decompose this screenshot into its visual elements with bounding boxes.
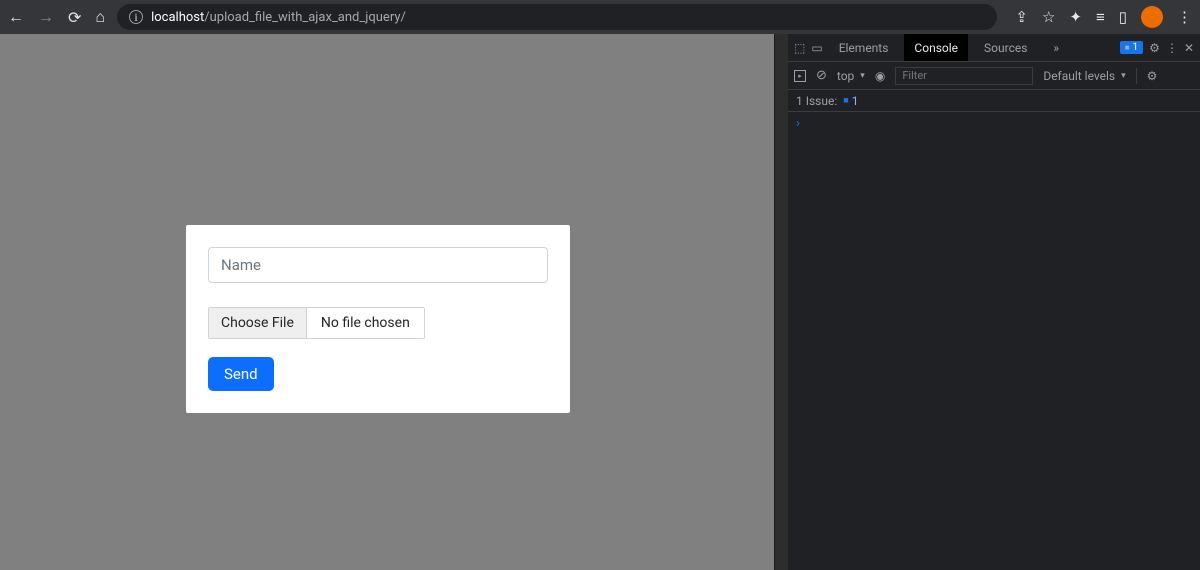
issues-badge[interactable]: 1 — [1120, 41, 1143, 54]
reload-icon[interactable]: ⟳ — [68, 8, 81, 27]
content-row: Choose File No file chosen Send ⬚ ▭ Elem… — [0, 34, 1200, 570]
file-row: Choose File No file chosen — [208, 307, 548, 339]
device-toggle-icon[interactable]: ▭ — [811, 41, 822, 55]
share-icon[interactable]: ⇪ — [1015, 8, 1028, 26]
tab-sources[interactable]: Sources — [974, 34, 1037, 61]
issues-label: 1 Issue: — [796, 94, 837, 108]
tab-console[interactable]: Console — [904, 34, 968, 61]
devtools-tabs: ⬚ ▭ Elements Console Sources » 1 ⚙ ⋮ ✕ — [788, 34, 1200, 62]
console-prompt-icon: › — [796, 116, 800, 131]
panel-icon[interactable]: ▯ — [1119, 8, 1127, 26]
url-host: localhost — [151, 10, 204, 25]
tabs-overflow[interactable]: » — [1043, 34, 1069, 61]
issues-bar[interactable]: 1 Issue: 1 — [788, 90, 1200, 112]
url-text: localhost/upload_file_with_ajax_and_jque… — [151, 10, 406, 25]
devtools-panel: ⬚ ▭ Elements Console Sources » 1 ⚙ ⋮ ✕ ▸… — [788, 34, 1200, 570]
issues-chip[interactable]: 1 — [843, 94, 858, 108]
console-filter-input[interactable] — [895, 67, 1033, 85]
back-icon[interactable]: ← — [8, 7, 24, 27]
console-body[interactable]: › — [788, 112, 1200, 570]
toolbar-right: ⇪ ☆ ✦ ≡ ▯ ⋮ — [1015, 6, 1192, 28]
send-button[interactable]: Send — [208, 357, 274, 391]
upload-form: Choose File No file chosen Send — [186, 225, 570, 413]
name-input[interactable] — [208, 247, 548, 283]
file-input-wrap: Choose File No file chosen — [208, 307, 425, 339]
devtools-settings-icon[interactable]: ⚙ — [1149, 41, 1160, 55]
page-scrollbar[interactable] — [774, 34, 788, 570]
console-toolbar: ▸ ⊘ top ◉ Default levels ⚙ — [788, 62, 1200, 90]
forward-icon[interactable]: → — [38, 7, 54, 27]
context-selector[interactable]: top — [837, 69, 865, 83]
extensions-icon[interactable]: ✦ — [1069, 8, 1082, 26]
home-icon[interactable]: ⌂ — [95, 7, 105, 27]
console-settings-icon[interactable]: ⚙ — [1147, 69, 1158, 83]
reading-list-icon[interactable]: ≡ — [1096, 8, 1105, 26]
menu-icon[interactable]: ⋮ — [1177, 8, 1192, 26]
url-path: /upload_file_with_ajax_and_jquery/ — [204, 10, 406, 25]
address-bar[interactable]: i localhost/upload_file_with_ajax_and_jq… — [117, 4, 997, 30]
inspect-icon[interactable]: ⬚ — [794, 41, 805, 55]
choose-file-button[interactable]: Choose File — [209, 308, 307, 338]
site-info-icon[interactable]: i — [129, 10, 143, 24]
devtools-close-icon[interactable]: ✕ — [1184, 41, 1194, 55]
tab-elements[interactable]: Elements — [829, 34, 899, 61]
live-expression-icon[interactable]: ◉ — [875, 69, 885, 83]
devtools-menu-icon[interactable]: ⋮ — [1166, 41, 1178, 55]
divider — [1136, 68, 1137, 84]
clear-console-icon[interactable]: ⊘ — [816, 68, 827, 83]
console-sidebar-toggle-icon[interactable]: ▸ — [794, 70, 806, 82]
file-status-text: No file chosen — [307, 315, 424, 331]
bookmark-icon[interactable]: ☆ — [1042, 8, 1055, 26]
browser-toolbar: ← → ⟳ ⌂ i localhost/upload_file_with_aja… — [0, 0, 1200, 34]
page-viewport: Choose File No file chosen Send — [0, 34, 774, 570]
log-levels-selector[interactable]: Default levels — [1043, 69, 1125, 83]
profile-avatar[interactable] — [1141, 6, 1163, 28]
nav-controls: ← → ⟳ ⌂ — [8, 7, 105, 27]
